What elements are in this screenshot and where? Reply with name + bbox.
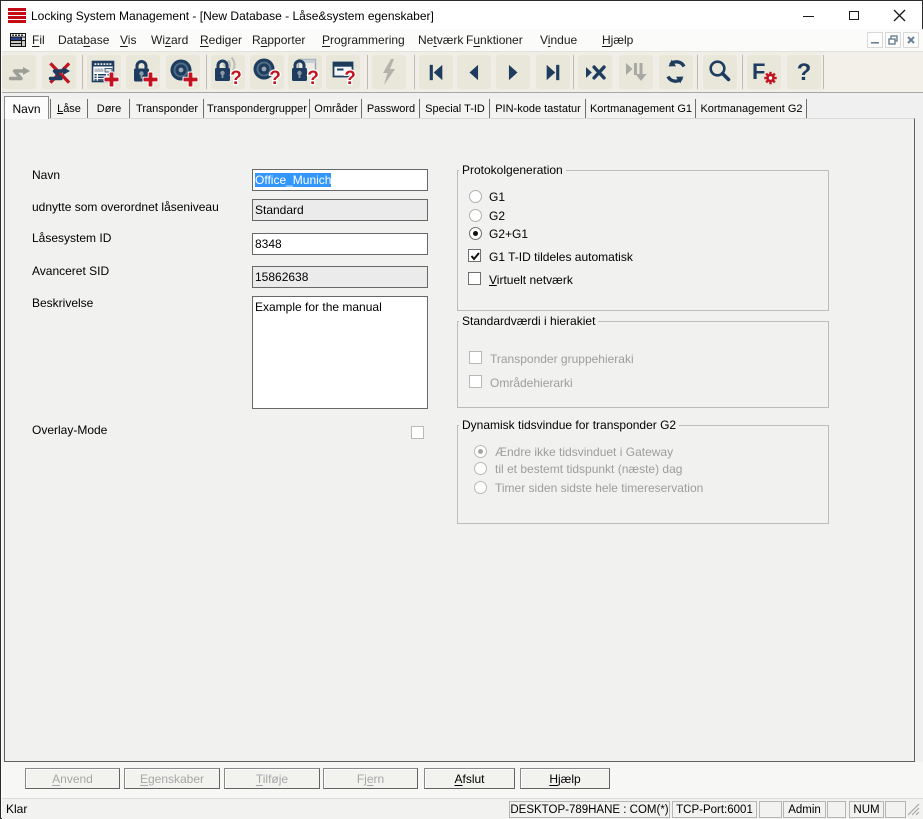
svg-text:?: ? xyxy=(797,59,812,86)
svg-text:?: ? xyxy=(230,68,242,89)
svg-text:?: ? xyxy=(307,68,319,89)
svg-text:?: ? xyxy=(344,68,356,89)
svg-text:F: F xyxy=(752,59,765,84)
svg-text:?: ? xyxy=(269,68,281,89)
